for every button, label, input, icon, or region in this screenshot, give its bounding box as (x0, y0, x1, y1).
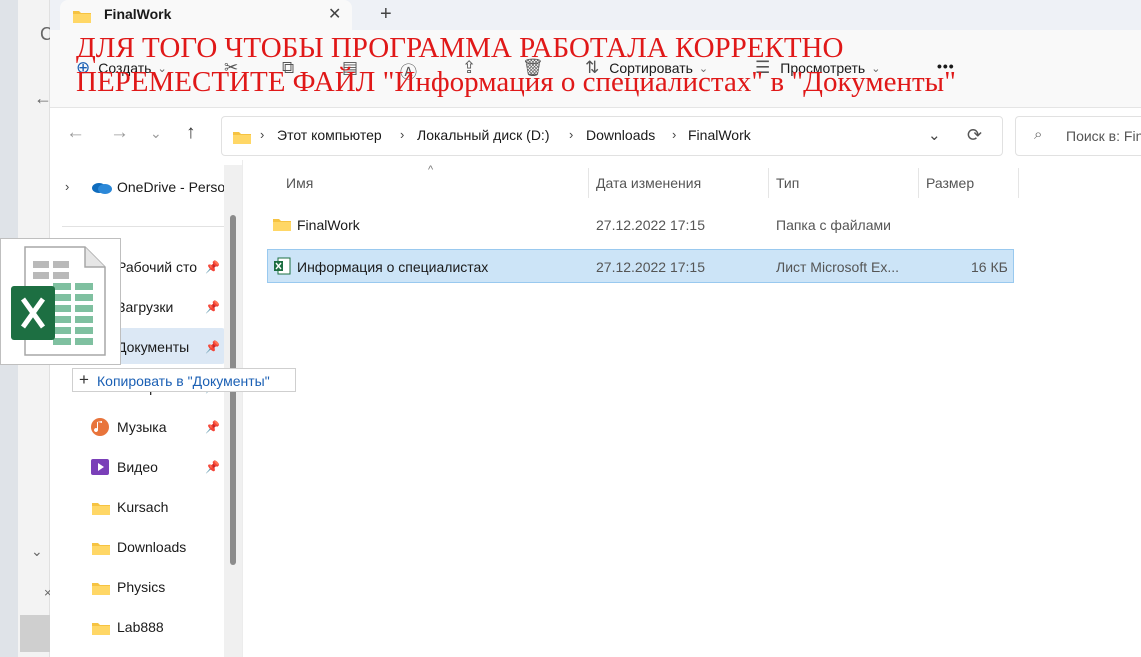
breadcrumb-chevron-icon: › (260, 127, 265, 142)
navigation-row: ← → ⌄ ↑ › Этот компьютер › Локальный дис… (50, 108, 1141, 160)
column-header-type[interactable]: Тип (776, 175, 799, 191)
file-type: Лист Microsoft Ex... (776, 259, 899, 275)
folder-icon (92, 623, 110, 635)
warning-line-1: ДЛЯ ТОГО ЧТОБЫ ПРОГРАММА РАБОТАЛА КОРРЕК… (76, 32, 844, 64)
warning-line-2: ПЕРЕМЕСТИТЕ ФАЙЛ "Информация о специалис… (76, 66, 956, 98)
column-divider (588, 168, 589, 198)
sidebar-item-label: Музыка (117, 419, 167, 435)
sidebar-item-music[interactable]: Музыка 📌 (50, 410, 225, 446)
sidebar-item-label: Kursach (117, 499, 169, 515)
drag-preview (0, 238, 121, 365)
breadcrumb-local-disk[interactable]: Локальный диск (D:) (417, 127, 550, 143)
sidebar-item-label: Рабочий сто (117, 259, 198, 275)
tab-finalwork[interactable]: FinalWork ✕ (60, 0, 352, 30)
drag-tooltip-text: Копировать в "Документы" (97, 373, 270, 389)
pin-icon: 📌 (205, 420, 220, 434)
up-arrow-icon[interactable]: ↑ (186, 122, 196, 144)
column-divider (768, 168, 769, 198)
breadcrumb-chevron-icon: › (400, 127, 405, 142)
sidebar-item-label: Видео (117, 459, 158, 475)
sidebar-item-video[interactable]: Видео 📌 (50, 450, 225, 486)
refresh-icon[interactable]: ⟳ (967, 125, 982, 146)
sidebar-item-kursach[interactable]: Kursach (50, 490, 225, 526)
sidebar-item-label: Загрузки (117, 299, 174, 315)
sidebar-item-lab888[interactable]: Lab888 (50, 610, 225, 646)
file-size: 16 КБ (971, 259, 1008, 275)
address-bar[interactable]: › Этот компьютер › Локальный диск (D:) ›… (221, 116, 1003, 156)
column-header-date[interactable]: Дата изменения (596, 175, 701, 191)
folder-icon (92, 503, 110, 515)
table-row[interactable]: FinalWork 27.12.2022 17:15 Папка с файла… (267, 208, 1014, 242)
tab-title: FinalWork (104, 6, 172, 22)
back-arrow-icon[interactable]: ← (66, 122, 85, 144)
excel-file-large-icon (11, 246, 106, 356)
excel-file-icon (274, 257, 291, 275)
pin-icon: 📌 (205, 340, 220, 354)
music-icon (91, 418, 109, 436)
breadcrumb-this-pc[interactable]: Этот компьютер (277, 127, 382, 143)
file-list: ^ Имя Дата изменения Тип Размер FinalWor… (244, 160, 1141, 657)
folder-icon (73, 11, 91, 23)
table-row-selected[interactable]: Информация о специалистах 27.12.2022 17:… (267, 249, 1014, 283)
folder-icon (273, 219, 291, 231)
folder-icon (92, 583, 110, 595)
background-tile (20, 615, 50, 652)
column-header-size[interactable]: Размер (926, 175, 974, 191)
file-name: FinalWork (297, 217, 360, 233)
onedrive-cloud-icon (92, 183, 112, 194)
column-header-name[interactable]: Имя (286, 175, 313, 191)
new-tab-button[interactable]: + (380, 3, 392, 26)
drag-tooltip: + Копировать в "Документы" (72, 368, 296, 392)
sidebar-item-physics[interactable]: Physics (50, 570, 225, 606)
sidebar-item-label: OneDrive - Perso (117, 179, 226, 195)
pin-icon: 📌 (205, 460, 220, 474)
breadcrumb-chevron-icon: › (672, 127, 677, 142)
search-placeholder: Поиск в: Fin (1066, 128, 1141, 144)
sidebar-item-label: Physics (117, 579, 166, 595)
file-explorer-window: FinalWork ✕ + ⊕ Создать ⌄ ✂ ⧉ ▤ Ⓐ ⇪ 🗑 ⇅ … (50, 0, 1141, 657)
pin-icon: 📌 (205, 300, 220, 314)
plus-icon: + (79, 370, 89, 389)
warning-overlay: ДЛЯ ТОГО ЧТОБЫ ПРОГРАММА РАБОТАЛА КОРРЕК… (76, 31, 956, 99)
sidebar-item-label: Документы (117, 339, 190, 355)
search-box[interactable]: ⌕ Поиск в: Fin (1015, 116, 1141, 156)
navigation-pane: › OneDrive - Perso Рабочий сто 📌 Загрузк… (50, 160, 243, 657)
breadcrumb-finalwork[interactable]: FinalWork (688, 127, 751, 143)
forward-arrow-icon[interactable]: → (110, 122, 129, 144)
recent-locations-icon[interactable]: ⌄ (150, 125, 162, 142)
sort-ascending-icon: ^ (428, 164, 434, 176)
sidebar-item-label: Downloads (117, 539, 187, 555)
close-tab-icon[interactable]: ✕ (328, 4, 341, 24)
background-chevron-icon: ⌄ (31, 543, 43, 559)
file-name: Информация о специалистах (297, 259, 489, 275)
sidebar-item-onedrive[interactable]: OneDrive - Perso (50, 169, 225, 205)
address-dropdown-icon[interactable]: ⌄ (928, 126, 941, 144)
folder-icon (92, 543, 110, 555)
file-type: Папка с файлами (776, 217, 891, 233)
file-date: 27.12.2022 17:15 (596, 259, 705, 275)
column-divider (1018, 168, 1019, 198)
tab-bar: FinalWork ✕ + (50, 0, 1141, 30)
sidebar-divider (62, 226, 224, 227)
breadcrumb-chevron-icon: › (569, 127, 574, 142)
folder-icon (233, 132, 251, 144)
pin-icon: 📌 (205, 260, 220, 274)
sidebar-item-label: Lab888 (117, 619, 164, 635)
column-divider (918, 168, 919, 198)
video-icon (91, 459, 109, 475)
breadcrumb-downloads[interactable]: Downloads (586, 127, 655, 143)
search-icon: ⌕ (1034, 126, 1043, 143)
file-date: 27.12.2022 17:15 (596, 217, 705, 233)
sidebar-item-downloads-folder[interactable]: Downloads (50, 530, 225, 566)
